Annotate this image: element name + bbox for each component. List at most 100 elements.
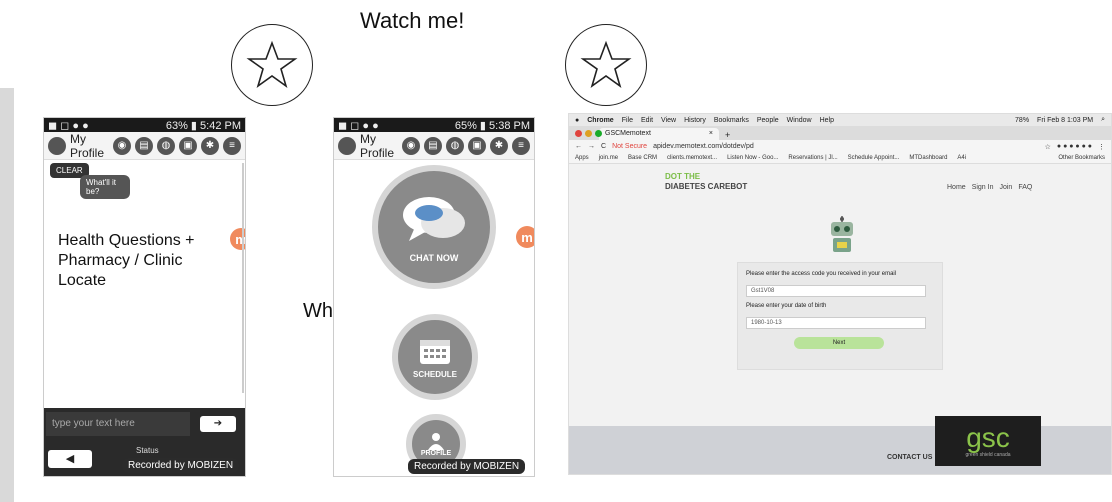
bookmark-other[interactable]: Other Bookmarks — [1058, 155, 1105, 161]
calendar-icon — [420, 339, 450, 364]
bookmark-schedule[interactable]: Schedule Appoint... — [848, 155, 900, 161]
clock-text: Fri Feb 8 1:03 PM — [1037, 116, 1094, 124]
recorded-badge: Recorded by MOBIZEN — [122, 458, 240, 473]
chat-now-button[interactable]: CHAT NOW — [372, 165, 496, 289]
mac-menu-bar: ● Chrome File Edit View History Bookmark… — [569, 114, 1111, 126]
phone1-app-bar: My Profile ◉ ▤ ◍ ▣ ✱ ≡ — [44, 132, 245, 160]
new-tab-icon[interactable]: + — [725, 130, 730, 140]
phone1-status-bar: ◼ ◻ ● ● 63% ▮ 5:42 PM — [44, 118, 245, 132]
window-controls — [575, 130, 602, 137]
image-icon[interactable]: ▣ — [468, 136, 486, 155]
url-text[interactable]: apidev.memotext.com/dotdev/pd — [653, 143, 754, 150]
forward-icon[interactable]: → — [588, 143, 595, 150]
profile-icon[interactable] — [48, 136, 66, 155]
bookmark-listen-now[interactable]: Listen Now - Goo... — [727, 155, 778, 161]
profile-icon[interactable] — [338, 136, 356, 155]
menu-history[interactable]: History — [684, 117, 706, 124]
chat-bubbles-icon — [403, 197, 465, 241]
gear-icon[interactable]: ✱ — [490, 136, 508, 155]
dob-input[interactable]: 1980-10-13 — [746, 317, 926, 329]
bookmarks-bar: Apps join.me Base CRM clients.memotext..… — [569, 153, 1111, 164]
star-bookmark-icon[interactable]: ☆ — [1045, 143, 1051, 151]
star-circle-left — [231, 24, 313, 106]
chat-icon[interactable]: ◉ — [402, 136, 420, 155]
phone2-screen: ◼ ◻ ● ● 65% ▮ 5:38 PM My Profile ◉ ▤ ◍ ▣… — [333, 117, 535, 477]
menu-icon[interactable]: ≡ — [512, 136, 530, 155]
not-secure-label: Not Secure — [612, 143, 648, 150]
close-tab-icon[interactable]: × — [709, 130, 713, 137]
recorded-badge: Recorded by MOBIZEN — [408, 459, 526, 474]
menu-help[interactable]: Help — [820, 117, 834, 124]
bookmark-basecrm[interactable]: Base CRM — [628, 155, 657, 161]
schedule-label: SCHEDULE — [412, 369, 457, 379]
reload-icon[interactable]: C — [601, 143, 606, 150]
nav-home[interactable]: Home — [947, 184, 966, 191]
close-window-icon[interactable] — [575, 130, 582, 137]
bookmark-apps[interactable]: Apps — [575, 155, 589, 161]
bookmark-clients[interactable]: clients.memotext... — [667, 155, 717, 161]
gear-icon[interactable]: ✱ — [201, 136, 219, 155]
browser-window: ● Chrome File Edit View History Bookmark… — [568, 113, 1112, 475]
star-circle-right — [565, 24, 647, 106]
scrollbar[interactable] — [242, 163, 244, 393]
maximize-window-icon[interactable] — [595, 130, 602, 137]
battery-text: 78% — [1015, 116, 1030, 124]
menu-window[interactable]: Window — [787, 117, 812, 124]
calendar-icon[interactable]: ▤ — [135, 136, 153, 155]
site-page: DOT THE DIABETES CAREBOT Home Sign In Jo… — [569, 164, 1111, 474]
schedule-button[interactable]: SCHEDULE — [392, 314, 478, 400]
bookmark-reservations[interactable]: Reservations | Jl... — [788, 155, 837, 161]
phone1-input-area: type your text here ➔ ◀ Status Recorded … — [44, 408, 245, 476]
mobizen-badge-icon[interactable]: m — [516, 226, 534, 248]
extensions-icon[interactable]: ● ● ● ● ● ● — [1057, 143, 1092, 150]
menu-file[interactable]: File — [622, 117, 633, 124]
chat-now-label: CHAT NOW — [409, 253, 459, 263]
site-logo[interactable]: DOT THE DIABETES CAREBOT — [665, 172, 747, 192]
phone1-screen: ◼ ◻ ● ● 63% ▮ 5:42 PM My Profile ◉ ▤ ◍ ▣… — [43, 117, 246, 477]
browser-tab[interactable]: GSCMemotext × — [599, 128, 719, 140]
phone1-time: 5:42 PM — [200, 119, 241, 132]
send-button[interactable]: ➔ — [200, 416, 236, 432]
nav-join[interactable]: Join — [999, 184, 1012, 191]
minimize-window-icon[interactable] — [585, 130, 592, 137]
access-code-input[interactable]: Gst1V08 — [746, 285, 926, 297]
chat-icon[interactable]: ◉ — [113, 136, 131, 155]
more-menu-icon[interactable]: ⋮ — [1098, 143, 1105, 151]
image-icon[interactable]: ▣ — [179, 136, 197, 155]
bookmark-mtdashboard[interactable]: MTDashboard — [909, 155, 947, 161]
status-label: Status — [136, 446, 159, 455]
menu-chrome[interactable]: Chrome — [587, 117, 613, 124]
bookmark-a4i[interactable]: A4i — [957, 155, 966, 161]
search-icon[interactable]: ⌕ — [1101, 116, 1105, 124]
pill-icon[interactable]: ◍ — [157, 136, 175, 155]
menu-people[interactable]: People — [757, 117, 779, 124]
menu-bookmarks[interactable]: Bookmarks — [714, 117, 749, 124]
chat-bubble: What'll it be? — [80, 175, 130, 199]
contact-us-link[interactable]: CONTACT US — [887, 454, 932, 461]
pill-icon[interactable]: ◍ — [446, 136, 464, 155]
nav-sign-in[interactable]: Sign In — [972, 184, 994, 191]
star-icon — [246, 40, 298, 88]
menu-icon[interactable]: ≡ — [223, 136, 241, 155]
phone2-title: My Profile — [360, 131, 395, 160]
dob-label: Please enter your date of birth — [746, 303, 827, 309]
message-input[interactable]: type your text here — [46, 412, 190, 436]
next-button[interactable]: Next — [794, 337, 884, 349]
health-caption: Health Questions + Pharmacy / Clinic Loc… — [58, 232, 195, 289]
url-bar[interactable]: ← → C Not Secure apidev.memotext.com/dot… — [569, 140, 1111, 153]
person-icon — [428, 432, 444, 450]
nav-faq[interactable]: FAQ — [1018, 184, 1032, 191]
calendar-icon[interactable]: ▤ — [424, 136, 442, 155]
access-code-label: Please enter the access code you receive… — [746, 271, 897, 277]
bookmark-joinme[interactable]: join.me — [599, 155, 618, 161]
back-icon[interactable]: ← — [575, 143, 582, 150]
apple-icon[interactable]: ● — [575, 117, 579, 124]
phone2-status-bar: ◼ ◻ ● ● 65% ▮ 5:38 PM — [334, 118, 534, 132]
left-gray-bar — [0, 88, 14, 502]
menu-view[interactable]: View — [661, 117, 676, 124]
site-footer: CONTACT US gsc green shield canada — [569, 416, 1111, 474]
site-nav: Home Sign In Join FAQ — [947, 184, 1032, 191]
menu-edit[interactable]: Edit — [641, 117, 653, 124]
profile-label: PROFILE — [420, 449, 452, 457]
back-button[interactable]: ◀ — [48, 450, 92, 468]
